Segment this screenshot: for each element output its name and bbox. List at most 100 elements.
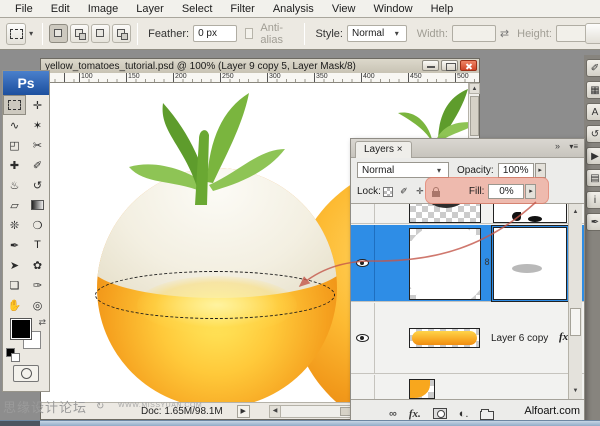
menu-item-file[interactable]: File <box>6 2 42 16</box>
list-scroll-up-icon[interactable]: ▲ <box>569 206 582 218</box>
minimize-button[interactable] <box>422 60 439 71</box>
opacity-spinner-icon[interactable]: ▸ <box>535 163 546 178</box>
clone-stamp-tool[interactable]: ♨ <box>3 175 26 195</box>
visibility-cell[interactable] <box>351 303 375 373</box>
dock-channels-icon[interactable]: ▤ <box>586 169 600 187</box>
scroll-up-icon[interactable]: ▲ <box>469 83 480 94</box>
history-brush-tool[interactable]: ↺ <box>26 175 49 195</box>
add-layer-mask-icon[interactable] <box>433 408 447 419</box>
layer-style-icon[interactable]: fx. <box>409 408 421 420</box>
layer-name[interactable]: Layer 6 copy <box>491 333 548 344</box>
dock-swatches-icon[interactable]: ▦ <box>586 81 600 99</box>
vertical-scroll-thumb[interactable] <box>470 96 479 136</box>
blend-mode-select[interactable]: Normal ▾ <box>357 162 449 178</box>
new-group-icon[interactable] <box>480 411 494 420</box>
layer-fx-icon[interactable]: fx <box>559 331 568 343</box>
visibility-cell[interactable] <box>351 204 375 223</box>
layer-thumbnail[interactable] <box>409 379 435 399</box>
adjustment-layer-icon[interactable]: ◐. <box>459 408 469 420</box>
menu-item-layer[interactable]: Layer <box>127 2 173 16</box>
custom-shape-tool[interactable]: ✿ <box>26 255 49 275</box>
rectangular-marquee-tool[interactable] <box>3 95 26 115</box>
swap-colors-icon[interactable]: ⇄ <box>38 317 46 328</box>
foreground-color-swatch[interactable] <box>11 319 31 339</box>
layer-row-bottom-partial[interactable] <box>351 375 584 399</box>
hand-tool[interactable]: ✋ <box>3 295 26 315</box>
path-selection-tool[interactable]: ➤ <box>3 255 26 275</box>
spot-healing-brush-tool[interactable]: ✚ <box>3 155 26 175</box>
elliptical-selection[interactable] <box>95 271 335 319</box>
menu-item-window[interactable]: Window <box>364 2 421 16</box>
dodge-tool[interactable]: ❍ <box>26 215 49 235</box>
layer-mask-thumbnail[interactable] <box>493 203 567 223</box>
new-selection-button[interactable] <box>49 24 68 43</box>
menu-item-image[interactable]: Image <box>79 2 128 16</box>
type-tool[interactable]: T <box>26 235 49 255</box>
menu-item-help[interactable]: Help <box>422 2 463 16</box>
quick-mask-button[interactable] <box>13 365 39 382</box>
style-select[interactable]: Normal ▾ <box>347 25 407 42</box>
layer-mask-thumbnail-selected[interactable] <box>493 227 567 300</box>
menu-item-select[interactable]: Select <box>173 2 222 16</box>
lock-transparency-icon[interactable] <box>381 185 395 198</box>
crop-tool[interactable]: ◰ <box>3 135 26 155</box>
width-input[interactable] <box>452 25 496 42</box>
layers-tab[interactable]: Layers × <box>355 141 412 158</box>
default-colors-icon[interactable] <box>6 348 15 357</box>
visibility-cell[interactable] <box>351 225 375 301</box>
subtract-from-selection-button[interactable] <box>91 24 110 43</box>
maximize-button[interactable] <box>441 60 458 71</box>
add-to-selection-button[interactable] <box>70 24 89 43</box>
list-scroll-down-icon[interactable]: ▼ <box>569 385 582 397</box>
magic-wand-tool[interactable]: ✶ <box>26 115 49 135</box>
anti-alias-checkbox[interactable] <box>245 28 254 39</box>
pen-tool[interactable]: ✒ <box>3 235 26 255</box>
zoom-tool[interactable]: ◎ <box>26 295 49 315</box>
notes-tool[interactable]: ❏ <box>3 275 26 295</box>
slice-tool[interactable]: ✂ <box>26 135 49 155</box>
layer-thumbnail[interactable] <box>409 228 481 300</box>
scroll-left-icon[interactable]: ◀ <box>270 406 281 417</box>
close-button[interactable] <box>460 60 477 71</box>
dock-brushes-icon[interactable]: ✐ <box>586 59 600 77</box>
menu-item-edit[interactable]: Edit <box>42 2 79 16</box>
fill-spinner-icon[interactable]: ▸ <box>525 184 536 199</box>
dock-styles-icon[interactable]: A <box>586 103 600 121</box>
layers-panel-header[interactable]: Layers × » ▾≡ <box>351 139 584 158</box>
lock-pixels-icon[interactable]: ✐ <box>397 185 411 198</box>
layer-mask-link-icon[interactable]: 8 <box>482 257 492 267</box>
panel-menu-icon[interactable]: ▾≡ <box>569 142 578 151</box>
layer-row-layer6copy[interactable]: Layer 6 copy fx ▾ <box>351 303 584 374</box>
layer-thumbnail[interactable] <box>409 328 480 348</box>
brush-tool[interactable]: ✐ <box>26 155 49 175</box>
link-layers-icon[interactable]: ∞ <box>389 408 397 420</box>
move-tool[interactable]: ✛ <box>26 95 49 115</box>
status-options-icon[interactable]: ▶ <box>237 405 250 418</box>
dock-actions-icon[interactable]: ▶ <box>586 147 600 165</box>
layer-row-selected[interactable]: 8 <box>351 225 584 302</box>
refine-edge-button[interactable]: Re <box>585 23 600 44</box>
fill-value[interactable]: 0% <box>488 184 524 199</box>
collapse-arrows-icon[interactable]: » <box>555 141 560 151</box>
menu-item-analysis[interactable]: Analysis <box>264 2 323 16</box>
dock-history-icon[interactable]: ↺ <box>586 125 600 143</box>
gradient-tool[interactable] <box>26 195 49 215</box>
opacity-value[interactable]: 100% <box>498 163 534 178</box>
dock-paths-icon[interactable]: ✒ <box>586 213 600 231</box>
eraser-tool[interactable]: ▱ <box>3 195 26 215</box>
eye-icon[interactable] <box>356 259 369 267</box>
eye-icon[interactable] <box>356 334 369 342</box>
feather-input[interactable] <box>193 25 237 42</box>
swap-dimensions-icon[interactable]: ⇄ <box>500 27 509 40</box>
layer-row-top-partial[interactable] <box>351 204 584 224</box>
lasso-tool[interactable]: ∿ <box>3 115 26 135</box>
visibility-cell[interactable] <box>351 375 375 399</box>
menu-item-view[interactable]: View <box>323 2 365 16</box>
menu-item-filter[interactable]: Filter <box>221 2 263 16</box>
layers-scrollbar[interactable]: ▲ ▼ <box>568 204 582 399</box>
tool-preset-button[interactable] <box>6 23 26 45</box>
intersect-selection-button[interactable] <box>112 24 131 43</box>
eyedropper-tool[interactable]: ✑ <box>26 275 49 295</box>
layers-scroll-thumb[interactable] <box>570 308 581 336</box>
document-title-bar[interactable]: yellow_tomatoes_tutorial.psd @ 100% (Lay… <box>41 59 479 73</box>
